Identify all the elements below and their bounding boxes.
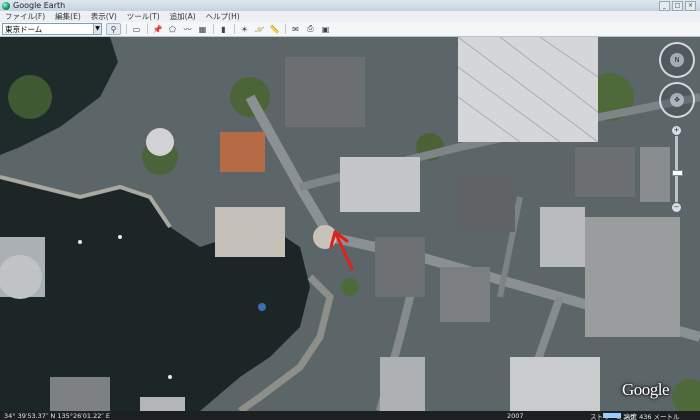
toolbar-separator xyxy=(234,24,235,34)
zoom-track[interactable] xyxy=(672,136,683,202)
polygon-icon[interactable]: ⬠ xyxy=(167,24,178,34)
coordinates-readout: 34° 39′53.37″ N 135°26′01.22″ E xyxy=(4,411,110,420)
look-control[interactable]: N xyxy=(659,42,695,78)
zoom-out-button[interactable]: − xyxy=(672,203,681,212)
search-input[interactable] xyxy=(3,24,93,34)
altitude-readout: 高度 436 メートル xyxy=(624,412,680,420)
window-title: Google Earth xyxy=(13,1,66,10)
planets-icon[interactable]: 🪐 xyxy=(254,24,265,34)
path-icon[interactable]: 〰 xyxy=(182,24,193,34)
magnifier-icon: ⚲ xyxy=(110,24,117,34)
record-tour-icon[interactable]: ▮ xyxy=(218,24,229,34)
window-controls: _ □ × xyxy=(659,1,696,11)
imagery-date: 2007 xyxy=(507,411,524,420)
minimize-button[interactable]: _ xyxy=(659,1,670,11)
google-earth-app-icon xyxy=(2,1,10,10)
menu-help[interactable]: ヘルプ(H) xyxy=(201,11,245,22)
close-button[interactable]: × xyxy=(685,1,696,11)
ruler-icon[interactable]: 📏 xyxy=(269,24,280,34)
status-bar: 34° 39′53.37″ N 135°26′01.22″ E 2007 ストリ… xyxy=(0,411,700,420)
zoom-slider[interactable]: + − xyxy=(672,126,683,212)
search-box: ▼ xyxy=(2,23,102,35)
look-around-icon[interactable]: N xyxy=(670,53,684,67)
move-control[interactable]: ✥ xyxy=(659,82,695,118)
placemark-icon[interactable]: 📌 xyxy=(152,24,163,34)
satellite-map-view[interactable] xyxy=(0,37,700,411)
title-bar: Google Earth _ □ × xyxy=(0,0,700,11)
menu-view[interactable]: 表示(V) xyxy=(86,11,122,22)
maximize-button[interactable]: □ xyxy=(672,1,683,11)
toolbar-separator xyxy=(147,24,148,34)
toolbar: ▼ ⚲ ▭ 📌 ⬠ 〰 ▦ ▮ ☀ 🪐 📏 ✉ ⎙ ▣ xyxy=(0,22,700,37)
menu-tools[interactable]: ツール(T) xyxy=(122,11,165,22)
sun-icon[interactable]: ☀ xyxy=(239,24,250,34)
zoom-in-button[interactable]: + xyxy=(672,126,681,135)
chevron-down-icon[interactable]: ▼ xyxy=(93,24,101,34)
menu-file[interactable]: ファイル(F) xyxy=(0,11,50,22)
toolbar-separator xyxy=(126,24,127,34)
streaming-progress-fill xyxy=(603,413,621,418)
sidebar-toggle-icon[interactable]: ▭ xyxy=(131,24,142,34)
navigation-controls: N ✥ xyxy=(657,42,695,118)
toolbar-separator xyxy=(285,24,286,34)
streaming-progress xyxy=(603,413,621,418)
menu-edit[interactable]: 編集(E) xyxy=(50,11,86,22)
menu-add[interactable]: 追加(A) xyxy=(165,11,201,22)
toolbar-separator xyxy=(213,24,214,34)
move-arrows-icon[interactable]: ✥ xyxy=(670,93,684,107)
google-logo: Google xyxy=(622,380,670,399)
zoom-thumb[interactable] xyxy=(672,170,683,177)
image-overlay-icon[interactable]: ▦ xyxy=(197,24,208,34)
maps-icon[interactable]: ▣ xyxy=(320,24,331,34)
satellite-imagery xyxy=(0,37,700,411)
google-earth-window: Google Earth _ □ × ファイル(F) 編集(E) 表示(V) ツ… xyxy=(0,0,700,420)
search-button[interactable]: ⚲ xyxy=(106,23,121,35)
print-icon[interactable]: ⎙ xyxy=(305,24,316,34)
email-icon[interactable]: ✉ xyxy=(290,24,301,34)
